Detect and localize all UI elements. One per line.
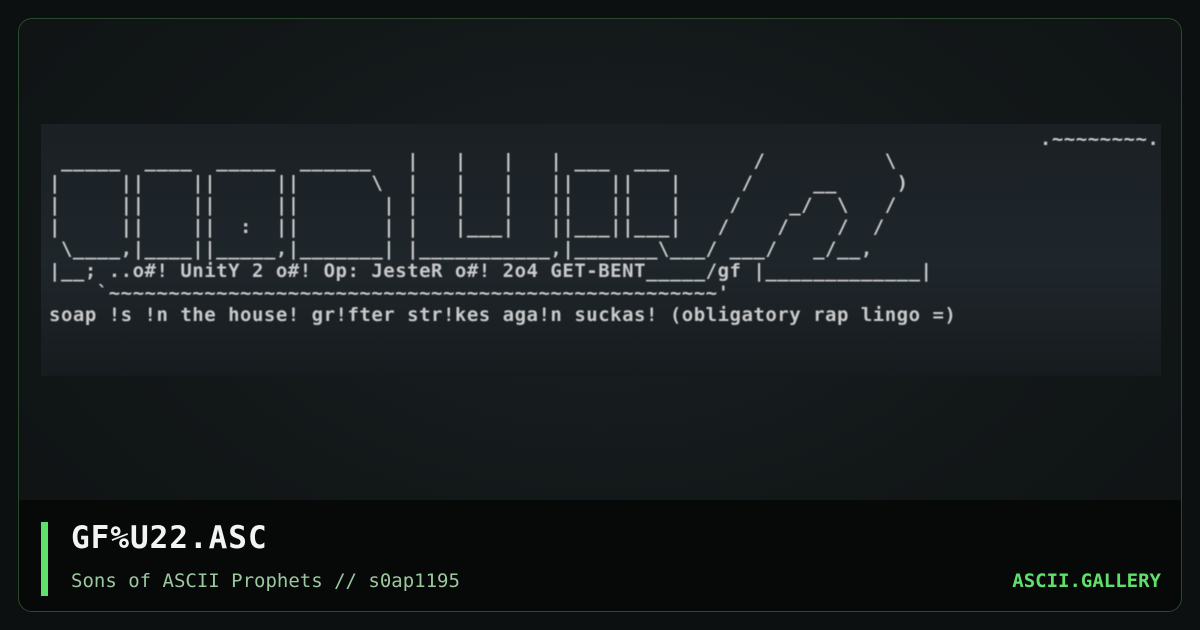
gallery-card: .~~~~~~~~. _____ ____ _____ ______ | | |… <box>18 18 1182 612</box>
file-subtitle: Sons of ASCII Prophets // s0ap1195 <box>71 570 460 592</box>
ascii-art-text: .~~~~~~~~. _____ ____ _____ ______ | | |… <box>49 128 1160 326</box>
accent-bar <box>41 522 48 596</box>
brand-link[interactable]: ASCII.GALLERY <box>1012 570 1161 592</box>
ascii-art-preview: .~~~~~~~~. _____ ____ _____ ______ | | |… <box>41 124 1161 376</box>
card-footer: GF%U22.ASC Sons of ASCII Prophets // s0a… <box>19 500 1181 611</box>
file-title: GF%U22.ASC <box>71 520 268 556</box>
